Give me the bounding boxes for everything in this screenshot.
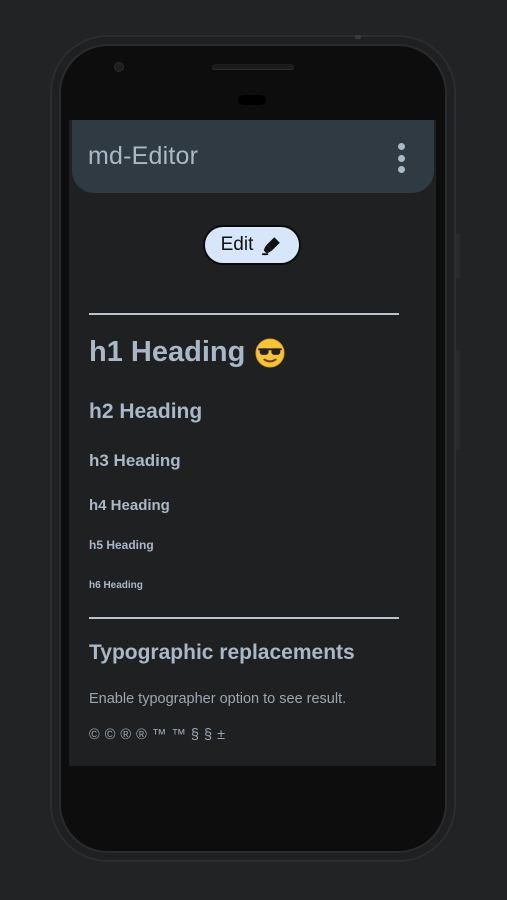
heading-h1-text: h1 Heading <box>89 336 246 368</box>
menu-dot <box>397 143 405 150</box>
heading-h5: h5 Heading <box>89 538 154 552</box>
top-button-mark <box>355 35 361 39</box>
edit-button-label: Edit <box>220 234 254 255</box>
menu-dot <box>397 166 405 173</box>
app-bar: md-Editor <box>72 120 434 193</box>
heading-h1: h1 Heading <box>89 336 285 369</box>
app-screen: md-Editor Edit h1 Heading h2 Heading h3 … <box>69 120 436 766</box>
proximity-sensor <box>238 95 266 105</box>
horizontal-rule <box>89 617 399 619</box>
marker-pen-icon <box>262 237 281 256</box>
volume-button <box>456 350 460 450</box>
front-camera <box>115 63 123 71</box>
paragraph-text: Enable typographer option to see result. <box>89 691 347 707</box>
symbols-text: © © ® ® ™ ™ § § ± <box>89 727 226 743</box>
section-heading: Typographic replacements <box>89 641 355 664</box>
device-mockup: md-Editor Edit h1 Heading h2 Heading h3 … <box>0 0 507 900</box>
sunglasses-emoji-icon <box>255 337 285 368</box>
horizontal-rule <box>89 313 399 315</box>
app-title: md-Editor <box>88 142 199 170</box>
edit-button[interactable]: Edit <box>203 225 301 265</box>
power-button <box>456 233 460 279</box>
heading-h4: h4 Heading <box>89 497 170 514</box>
heading-h3: h3 Heading <box>89 451 181 470</box>
heading-h2: h2 Heading <box>89 400 203 423</box>
heading-h6: h6 Heading <box>89 580 143 591</box>
more-vert-icon[interactable] <box>392 143 410 173</box>
earpiece-speaker <box>212 64 294 69</box>
menu-dot <box>397 154 405 162</box>
